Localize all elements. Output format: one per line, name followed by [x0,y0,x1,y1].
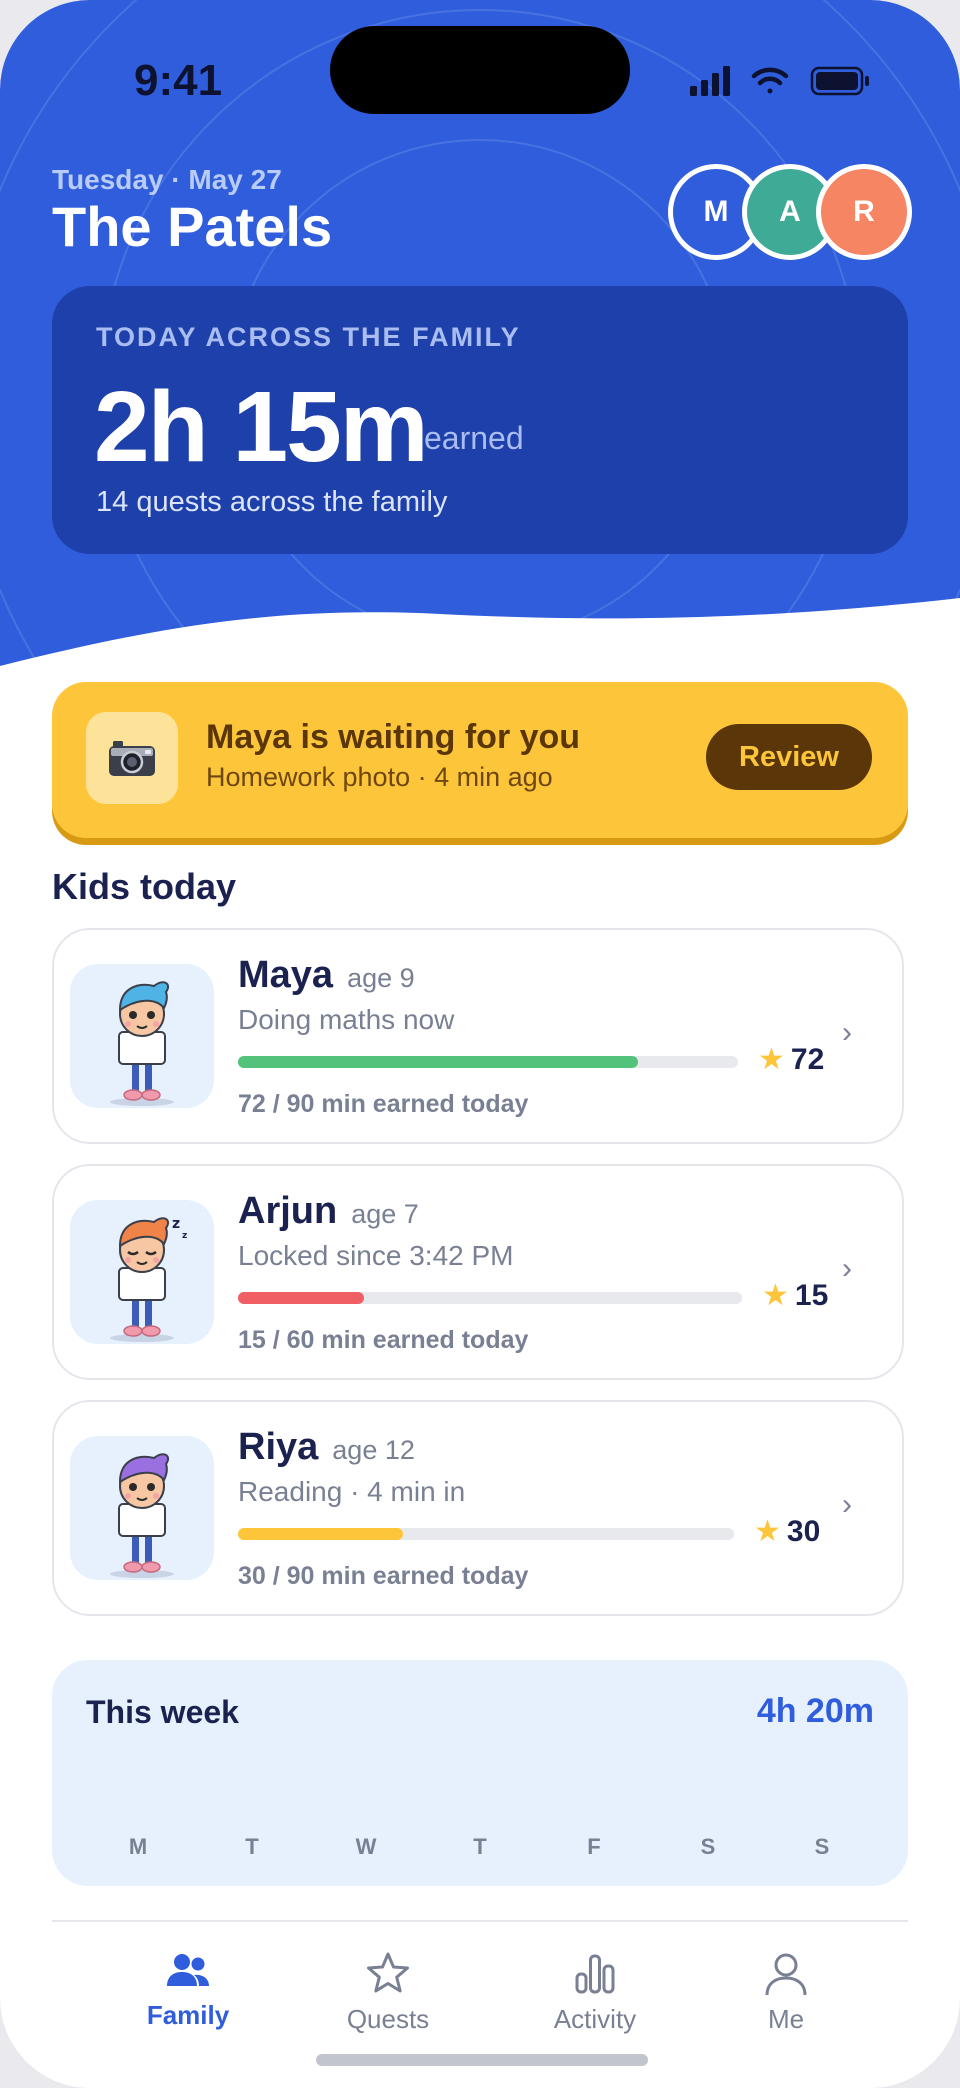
kid-card-maya[interactable]: Maya age 9 Doing maths now ★ 72 72 / 90 mi… [52,928,904,1144]
summary-value: 2h 15m [94,371,429,483]
status-time: 9:41 [134,56,223,105]
family-icon [167,1954,209,1986]
this-week-card[interactable]: This week 4h 20m M T W T F S S [52,1660,908,1886]
kid-progress-bar [238,1528,734,1540]
week-day-label: T [245,1834,259,1859]
kid-earned-text: 30 / 90 min earned today [238,1562,529,1590]
chevron-right-icon: › [842,1252,852,1285]
week-total: 4h 20m [756,1692,874,1730]
week-title: This week [86,1694,239,1730]
tab-label: Family [146,2000,230,2030]
week-day-label: F [587,1834,601,1859]
kid-name: Riya [238,1426,319,1468]
battery-icon [810,66,869,96]
person-icon [765,1953,807,1996]
tab-label: Quests [346,2004,430,2034]
chevron-right-icon: › [842,1016,852,1049]
tab-family[interactable]: Family [118,1950,258,2031]
kid-progress-bar [238,1056,738,1068]
kid-stars: ★ 30 [754,1514,820,1549]
star-icon: ★ [758,1043,785,1076]
dynamic-island [330,26,630,114]
kid-progress-bar [238,1292,742,1304]
kid-age: age 7 [351,1199,419,1229]
kid-age: age 9 [347,963,415,993]
date-label: Tuesday · May 27 [52,164,282,195]
svg-text:z: z [172,1216,180,1232]
kid-avatar [70,1436,214,1580]
week-day-label: S [814,1834,830,1859]
kid-progress-fill [238,1528,404,1540]
kid-status: Doing maths now [238,1004,455,1035]
tab-label: Activity [553,2004,637,2034]
review-alert[interactable]: Maya is waiting for you Homework photo ·… [52,682,908,838]
tab-label: Me [767,2004,805,2034]
kid-star-count: 15 [794,1278,829,1312]
summary-subtitle: 14 quests across the family [96,486,448,518]
alert-title: Maya is waiting for you [206,718,581,756]
kid-stars: ★ 72 [758,1042,824,1077]
kids-section-title: Kids today [52,866,237,907]
chevron-right-icon: › [842,1488,852,1521]
family-title: The Patels [52,195,333,258]
kid-earned-text: 15 / 60 min earned today [238,1326,529,1354]
kid-character-icon [110,1453,174,1578]
kid-character-icon: zz [110,1216,187,1342]
kid-card-riya[interactable]: Riya age 12 Reading · 4 min in ★ 30 30 / 9… [52,1400,904,1616]
kid-star-count: 30 [786,1514,821,1548]
today-summary-card: TODAY ACROSS THE FAMILY 2h 15m earned 14… [52,286,908,554]
camera-icon [86,712,178,804]
kid-avatar: zz [70,1200,214,1344]
tab-quests[interactable]: Quests [318,1950,458,2035]
star-icon [367,1952,409,1993]
review-button[interactable]: Review [706,724,872,790]
star-icon: ★ [754,1515,781,1548]
alert-subtitle: Homework photo · 4 min ago [206,762,553,792]
tab-activity[interactable]: Activity [525,1950,665,2035]
kid-progress-fill [238,1056,638,1068]
kid-status: Locked since 3:42 PM [238,1240,514,1271]
week-day-label: S [700,1834,716,1859]
week-day-label: T [473,1834,487,1859]
family-avatars: M A R [668,164,912,260]
kid-stars: ★ 15 [762,1278,828,1313]
kid-card-arjun[interactable]: zz Arjun age 7 Locked since 3:42 PM ★ 15 1… [52,1164,904,1380]
header-wave [0,598,960,670]
avatar[interactable]: R [816,164,912,260]
star-icon: ★ [762,1279,789,1312]
kid-star-count: 72 [790,1042,825,1076]
family-header: 9:41 Tuesday · May 27 The Patels M A R T… [0,0,960,670]
kid-age: age 12 [332,1435,415,1465]
kid-name: Arjun [238,1190,338,1232]
week-day-label: W [355,1834,377,1859]
signal-icon [690,66,730,96]
bar-chart-icon [575,1954,615,1994]
kid-status: Reading · 4 min in [238,1476,466,1507]
week-day-label: M [128,1834,148,1859]
kid-avatar [70,964,214,1108]
status-icons [690,66,869,96]
wifi-icon [751,67,789,94]
kid-character-icon [110,981,174,1106]
tab-me[interactable]: Me [716,1950,856,2035]
summary-unit: earned [424,420,524,456]
week-day-labels: M T W T F S S [52,1834,908,1864]
svg-text:z: z [182,1231,187,1241]
kid-earned-text: 72 / 90 min earned today [238,1090,529,1118]
home-indicator [316,2054,648,2066]
kid-progress-fill [238,1292,364,1304]
phone-screen: 9:41 Tuesday · May 27 The Patels M A R T… [0,0,960,2088]
kid-name: Maya [238,954,334,996]
tab-bar-divider [52,1920,908,1922]
summary-label: TODAY ACROSS THE FAMILY [96,322,521,352]
